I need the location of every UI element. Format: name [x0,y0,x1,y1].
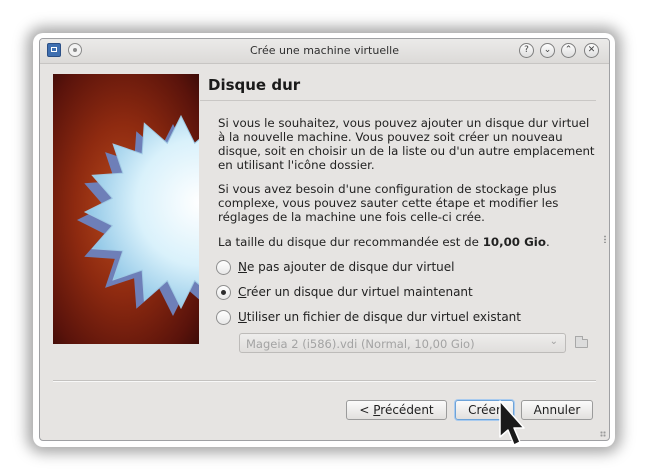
advanced-text: Si vous avez besoin d'une configuration … [218,182,559,224]
recommended-size-value: 10,00 Gio [482,235,546,249]
button-separator [53,380,596,382]
minimize-icon[interactable]: ⌄ [540,43,555,58]
page-title: Disque dur [208,76,301,94]
title-divider [200,100,596,101]
resize-grip[interactable] [600,431,606,437]
option-no-disk-label: Ne pas ajouter de disque dur virtuel [238,260,455,274]
radio-no-disk[interactable] [216,260,231,275]
close-icon[interactable]: ✕ [584,43,599,58]
recommended-size-prefix: La taille du disque dur recommandée est … [218,235,483,249]
star-burst-icon [77,114,199,316]
mouse-pointer-icon [499,400,525,446]
radio-create-disk[interactable] [216,285,231,300]
existing-disk-select-value: Mageia 2 (i586).vdi (Normal, 10,00 Gio) [246,337,475,351]
folder-icon [575,336,588,348]
chevron-down-icon: ⌄ [549,336,558,347]
recommended-size-text: La taille du disque dur recommandée est … [218,235,596,249]
existing-disk-select[interactable]: Mageia 2 (i586).vdi (Normal, 10,00 Gio) … [239,333,566,353]
title-bar[interactable]: Crée une machine virtuelle ? ⌄ ⌃ ✕ [40,39,609,64]
back-button[interactable]: < Précédent [346,400,447,420]
wizard-side-image [53,74,199,344]
maximize-icon[interactable]: ⌃ [561,43,576,58]
radio-existing-disk[interactable] [216,310,231,325]
help-icon[interactable]: ? [519,43,534,58]
recommended-size-suffix: . [545,235,550,249]
cancel-button[interactable]: Annuler [521,400,593,420]
intro-text: Si vous le souhaitez, vous pouvez ajoute… [218,116,595,172]
splitter-handle[interactable] [604,235,606,243]
wizard-dialog: Crée une machine virtuelle ? ⌄ ⌃ ✕ Disqu… [39,38,610,441]
option-existing-disk-label: Utiliser un fichier de disque dur virtue… [238,310,521,324]
option-create-disk-label: Créer un disque dur virtuel maintenant [238,285,473,299]
choose-disk-file-button[interactable] [572,333,592,353]
